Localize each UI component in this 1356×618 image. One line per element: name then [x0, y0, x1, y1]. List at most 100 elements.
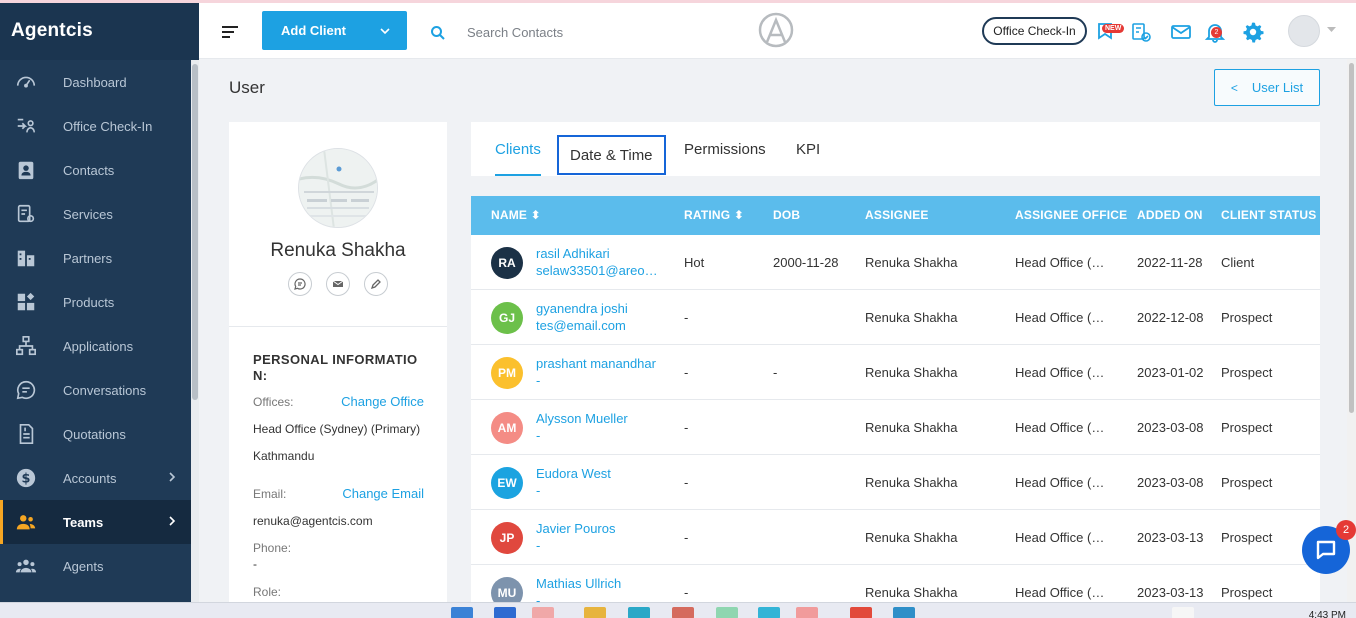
sidebar-item-partners[interactable]: Partners [0, 236, 191, 280]
taskbar-app-icon[interactable] [893, 607, 915, 618]
sidebar: Agentcis Dashboard Office Check-In Conta… [0, 0, 199, 602]
column-header-name[interactable]: NAME ⬍ [491, 208, 541, 222]
taskbar-app-icon[interactable] [672, 607, 694, 618]
cell-status: Prospect [1221, 365, 1273, 380]
client-name-link[interactable]: Eudora West [536, 466, 611, 481]
table-row[interactable]: JP Javier Pouros - - Renuka Shakha Head Offic… [471, 510, 1320, 565]
change-office-link[interactable]: Change Office [341, 394, 424, 409]
client-name-link[interactable]: prashant manandhar [536, 356, 656, 371]
client-name-link[interactable]: Mathias Ullrich [536, 576, 621, 591]
sidebar-item-dashboard[interactable]: Dashboard [0, 60, 191, 104]
taskbar-app-icon[interactable] [532, 607, 554, 618]
sidebar-item-agents[interactable]: Agents [0, 544, 191, 588]
cell-office: Head Office (Sydney) [1015, 310, 1113, 325]
email-button[interactable] [326, 272, 350, 296]
sidebar-nav: Dashboard Office Check-In Contacts Servi… [0, 60, 191, 588]
cell-office: Head Office (Sydney) [1015, 365, 1113, 380]
taskbar-app-icon[interactable] [850, 607, 872, 618]
search-icon[interactable] [430, 25, 446, 41]
profile-actions [288, 272, 388, 296]
cell-added: 2023-01-02 [1137, 365, 1204, 380]
user-list-label: User List [1251, 80, 1304, 95]
table-row[interactable]: PM prashant manandhar - - - Renuka Shakha Head… [471, 345, 1320, 400]
client-name-link[interactable]: Alysson Mueller [536, 411, 628, 426]
sidebar-item-accounts[interactable]: $ Accounts [0, 456, 191, 500]
sidebar-item-quotations[interactable]: Quotations [0, 412, 191, 456]
client-name-link[interactable]: gyanendra joshi [536, 301, 628, 316]
taskbar-app-icon[interactable] [494, 607, 516, 618]
folder-icon[interactable] [584, 607, 606, 618]
menu-icon[interactable] [222, 25, 238, 39]
chevron-down-icon[interactable] [379, 25, 391, 37]
change-email-link[interactable]: Change Email [342, 486, 424, 501]
chrome-icon[interactable] [796, 607, 818, 618]
chat-unread-badge: 2 [1336, 520, 1356, 540]
client-email-link[interactable]: - [536, 373, 540, 388]
add-client-button[interactable]: Add Client [262, 11, 407, 50]
cell-status: Prospect [1221, 310, 1273, 325]
tab-kpi[interactable]: KPI [796, 122, 820, 176]
office-secondary-value: Kathmandu [253, 449, 315, 463]
table-row[interactable]: RA rasil Adhikari selaw33501@areosur.com Ho… [471, 235, 1320, 290]
client-email-link[interactable]: - [536, 593, 540, 602]
table-row[interactable]: AM Alysson Mueller - - Renuka Shakha Head Off… [471, 400, 1320, 455]
teams-icon [14, 511, 38, 533]
column-header-added-on: ADDED ON [1137, 208, 1203, 222]
edit-button[interactable] [364, 272, 388, 296]
search-input[interactable] [467, 20, 707, 44]
client-email-link[interactable]: tes@email.com [536, 318, 626, 333]
brand-logo[interactable]: Agentcis [0, 0, 199, 60]
tasks-icon[interactable] [1130, 21, 1152, 43]
column-header-client-status: CLIENT STATUS [1221, 208, 1317, 222]
tab-date-time[interactable]: Date & Time [557, 135, 666, 175]
services-icon [14, 203, 38, 225]
cell-rating: - [684, 475, 689, 490]
sidebar-item-services[interactable]: Services [0, 192, 191, 236]
user-avatar[interactable] [1288, 15, 1320, 47]
pencil-icon [370, 279, 381, 290]
cell-added: 2022-11-28 [1137, 255, 1203, 270]
cell-assignee: Renuka Shakha [865, 365, 958, 380]
sidebar-scroll-thumb[interactable] [192, 64, 198, 400]
page-scroll-thumb[interactable] [1349, 63, 1354, 413]
taskbar-app-icon[interactable] [1172, 607, 1194, 618]
sidebar-item-conversations[interactable]: Conversations [0, 368, 191, 412]
taskbar-app-icon[interactable] [758, 607, 780, 618]
table-row[interactable]: EW Eudora West - - Renuka Shakha Head Office … [471, 455, 1320, 510]
cell-office: Head Office (Sydney) [1015, 530, 1113, 545]
top-accent-line [0, 0, 1356, 3]
profile-name: Renuka Shakha [270, 240, 406, 261]
client-initials-avatar: AM [491, 412, 523, 444]
tab-clients[interactable]: Clients [495, 122, 541, 176]
table-row[interactable]: GJ gyanendra joshi tes@email.com - Renuka Sh… [471, 290, 1320, 345]
sidebar-item-label: Teams [63, 514, 104, 530]
tab-permissions[interactable]: Permissions [684, 122, 766, 176]
client-email-link[interactable]: - [536, 538, 540, 553]
sidebar-item-teams[interactable]: Teams [0, 500, 191, 544]
gear-icon[interactable] [1242, 21, 1264, 43]
client-email-link[interactable]: - [536, 428, 540, 443]
sidebar-item-products[interactable]: Products [0, 280, 191, 324]
user-list-button[interactable]: < User List [1214, 69, 1320, 106]
cell-dob: - [773, 365, 778, 380]
sidebar-item-contacts[interactable]: Contacts [0, 148, 191, 192]
mail-icon[interactable] [1170, 21, 1192, 43]
office-check-in-button[interactable]: Office Check-In [982, 17, 1087, 45]
client-email-link[interactable]: selaw33501@areosur.com [536, 263, 664, 278]
client-email-link[interactable]: - [536, 483, 540, 498]
sidebar-scrollbar[interactable] [191, 60, 199, 602]
taskbar-app-icon[interactable] [628, 607, 650, 618]
chevron-right-icon [169, 516, 176, 526]
sidebar-item-office-check-in[interactable]: Office Check-In [0, 104, 191, 148]
tab-bar: Clients Date & Time Permissions KPI [471, 122, 1320, 176]
chevron-down-icon[interactable] [1327, 25, 1336, 34]
client-name-link[interactable]: Javier Pouros [536, 521, 615, 536]
client-name-link[interactable]: rasil Adhikari [536, 246, 610, 261]
message-button[interactable] [288, 272, 312, 296]
taskbar-app-icon[interactable] [716, 607, 738, 618]
sidebar-item-applications[interactable]: Applications [0, 324, 191, 368]
column-header-rating[interactable]: RATING ⬍ [684, 208, 744, 222]
agents-icon [14, 555, 38, 577]
windows-start-icon[interactable] [451, 607, 473, 618]
table-row[interactable]: MU Mathias Ullrich - - Renuka Shakha Head Off… [471, 565, 1320, 602]
